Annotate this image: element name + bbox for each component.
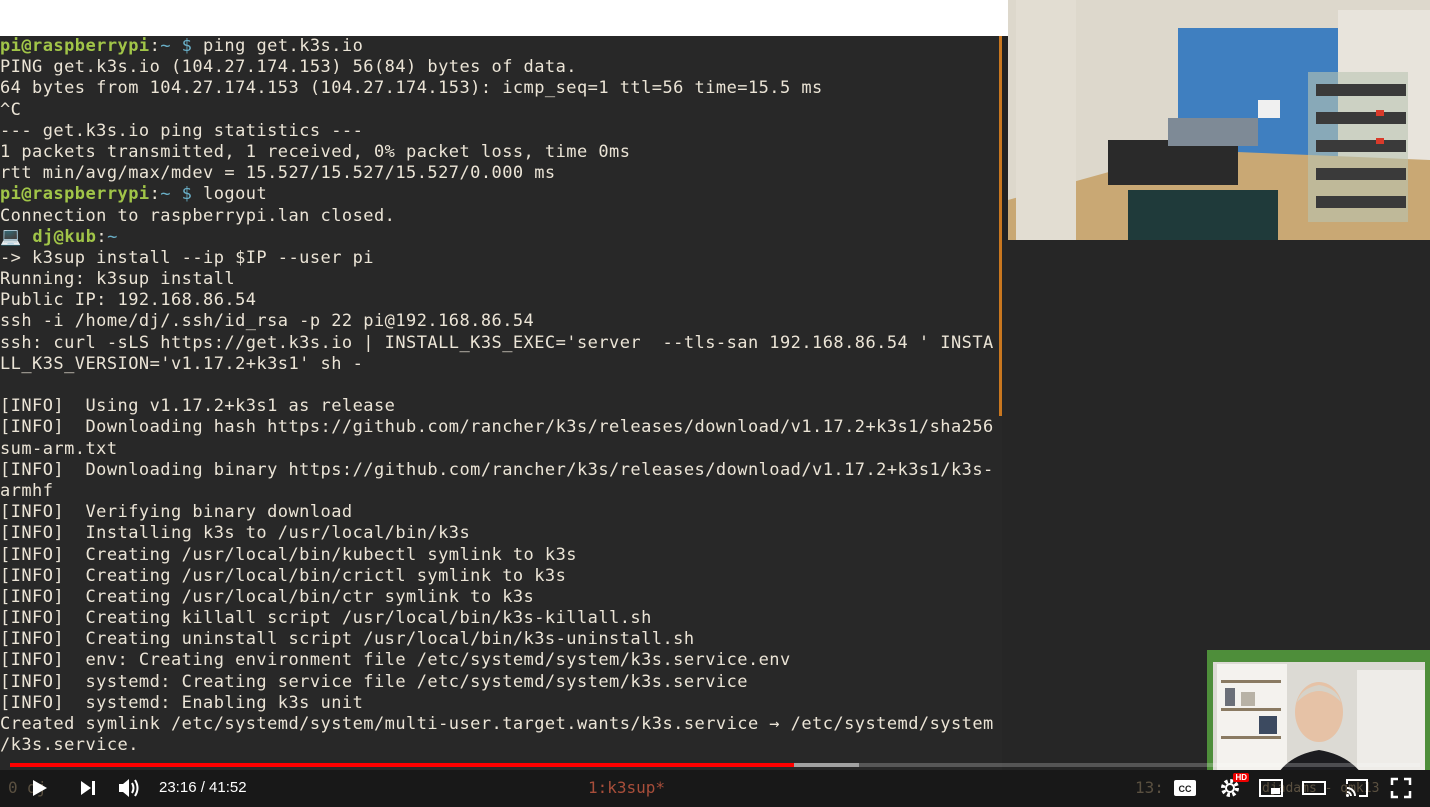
theater-button[interactable] — [1301, 776, 1327, 800]
miniplayer-button[interactable] — [1258, 776, 1284, 800]
terminal-line: pi@raspberrypi:~ $ ping get.k3s.io — [0, 36, 1002, 57]
terminal-line: Running: k3sup install — [0, 269, 236, 290]
terminal-line: 64 bytes from 104.27.174.153 (104.27.174… — [0, 78, 823, 99]
webcam-rack-view — [1008, 0, 1430, 240]
captions-button[interactable]: CC — [1172, 776, 1198, 800]
prompt-separator: : — [96, 226, 108, 247]
terminal-line: ssh -i /home/dj/.ssh/id_rsa -p 22 pi@192… — [0, 311, 535, 332]
volume-icon — [119, 779, 139, 797]
terminal-line: Connection to raspberrypi.lan closed. — [0, 205, 396, 226]
terminal-line: [INFO] Creating /usr/local/bin/kubectl s… — [0, 544, 577, 565]
play-button[interactable] — [26, 776, 52, 800]
prompt-directory: ~ — [107, 226, 118, 247]
terminal-line: [INFO] Downloading binary https://github… — [0, 459, 994, 480]
terminal-line: [INFO] Creating /usr/local/bin/crictl sy… — [0, 565, 567, 586]
cast-button[interactable] — [1344, 776, 1370, 800]
terminal-line: Public IP: 192.168.86.54 — [0, 290, 257, 311]
captions-icon: CC — [1174, 780, 1196, 796]
terminal-line: [INFO] env: Creating environment file /e… — [0, 650, 791, 671]
prompt-symbol: $ — [181, 184, 193, 205]
terminal-line: [INFO] Using v1.17.2+k3s1 as release — [0, 396, 396, 417]
fullscreen-icon — [1390, 777, 1412, 799]
terminal-line: [INFO] Downloading hash https://github.c… — [0, 417, 994, 438]
terminal-line: ^C — [0, 99, 22, 120]
prompt-user: pi@raspberrypi — [0, 36, 150, 56]
settings-button[interactable]: HD — [1217, 773, 1249, 800]
next-button[interactable] — [75, 776, 101, 800]
terminal-line: [INFO] systemd: Enabling k3s unit — [0, 692, 364, 713]
next-icon — [81, 781, 95, 795]
terminal-line: PING get.k3s.io (104.27.174.153) 56(84) … — [0, 57, 577, 78]
terminal-line: [INFO] Creating /usr/local/bin/ctr symli… — [0, 586, 535, 607]
terminal-line: [INFO] systemd: Creating service file /e… — [0, 671, 748, 692]
terminal-line: --- get.k3s.io ping statistics --- — [0, 120, 364, 141]
terminal-line: [INFO] Verifying binary download — [0, 502, 353, 523]
prompt-directory: ~ — [160, 184, 171, 205]
terminal-line: pi@raspberrypi:~ $ logout — [0, 184, 1002, 205]
terminal-line: [INFO] Creating uninstall script /usr/lo… — [0, 629, 695, 650]
hd-badge: HD — [1233, 773, 1249, 782]
time-display: 23:16 / 41:52 — [159, 779, 247, 796]
prompt-user: pi@raspberrypi — [0, 184, 150, 205]
progress-bar[interactable] — [10, 763, 1420, 767]
play-icon — [33, 780, 47, 796]
progress-played — [10, 763, 794, 767]
terminal-line: /k3s.service. — [0, 735, 139, 756]
terminal-line: 💻 dj@kub:~ — [0, 227, 1002, 248]
terminal-line: [INFO] Installing k3s to /usr/local/bin/… — [0, 523, 471, 544]
theater-icon — [1302, 781, 1326, 795]
terminal-line: [INFO] Creating killall script /usr/loca… — [0, 608, 652, 629]
terminal-line: armhf — [0, 480, 54, 501]
prompt-separator: : — [149, 36, 161, 56]
terminal-window: pi@raspberrypi:~ $ ping get.k3s.io PING g… — [0, 36, 1002, 770]
volume-button[interactable] — [116, 776, 142, 800]
terminal-line: rtt min/avg/max/mdev = 15.527/15.527/15.… — [0, 163, 556, 184]
prompt-separator: : — [149, 184, 161, 205]
prompt-user: dj@kub — [32, 226, 97, 247]
svg-text:CC: CC — [1179, 784, 1192, 794]
player-controls: 23:16 / 41:52 CC HD — [0, 770, 1430, 807]
top-white-strip — [0, 0, 1008, 36]
prompt-directory: ~ — [160, 36, 171, 56]
terminal-line: LL_K3S_VERSION='v1.17.2+k3s1' sh - — [0, 353, 364, 374]
miniplayer-icon — [1259, 779, 1283, 797]
prompt-symbol: $ — [181, 36, 193, 56]
command-text: ping get.k3s.io — [192, 36, 364, 56]
terminal-line: -> k3sup install --ip $IP --user pi — [0, 247, 374, 268]
terminal-line: ssh: curl -sLS https://get.k3s.io | INST… — [0, 332, 994, 353]
laptop-icon: 💻 — [0, 226, 22, 247]
fullscreen-button[interactable] — [1388, 776, 1414, 800]
command-text: logout — [192, 184, 268, 205]
terminal-line: 1 packets transmitted, 1 received, 0% pa… — [0, 141, 631, 162]
terminal-line: sum-arm.txt — [0, 438, 118, 459]
terminal-line: Created symlink /etc/systemd/system/mult… — [0, 714, 994, 734]
cast-icon — [1346, 779, 1368, 797]
